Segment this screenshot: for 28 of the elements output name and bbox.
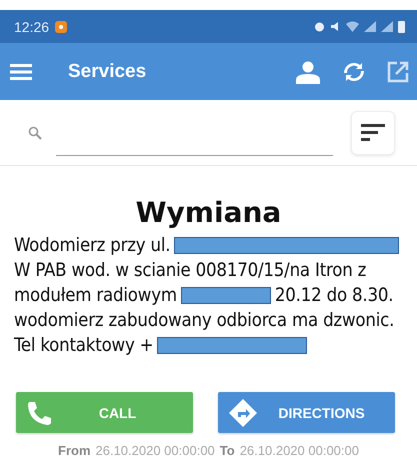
open-external-icon[interactable] bbox=[387, 60, 409, 82]
description-text: modułem radiowym bbox=[14, 285, 177, 306]
directions-button[interactable]: DIRECTIONS bbox=[218, 392, 395, 433]
description-text: Tel kontaktowy + bbox=[14, 335, 154, 356]
menu-icon[interactable] bbox=[10, 64, 32, 80]
description-text: W PAB wod. w scianie 008170/15/na Itron z bbox=[14, 260, 366, 281]
phone-icon bbox=[26, 400, 52, 426]
app-title: Services bbox=[68, 60, 148, 82]
signal-icon bbox=[364, 21, 376, 32]
search-icon bbox=[28, 126, 42, 140]
to-label: To bbox=[220, 443, 235, 458]
from-label: From bbox=[58, 443, 90, 458]
battery-icon bbox=[398, 20, 405, 33]
from-date: 26.10.2020 00:00:00 bbox=[96, 443, 215, 458]
call-button[interactable]: CALL bbox=[16, 392, 193, 433]
person-icon[interactable] bbox=[295, 60, 321, 84]
to-date: 26.10.2020 00:00:00 bbox=[240, 443, 359, 458]
wifi-icon bbox=[346, 21, 359, 32]
status-time: 12:26 bbox=[14, 18, 50, 34]
order-title: Wymiana bbox=[134, 196, 282, 229]
sort-icon bbox=[361, 124, 385, 141]
directions-icon bbox=[228, 398, 258, 428]
sort-button[interactable] bbox=[351, 110, 395, 154]
notification-icon bbox=[55, 20, 68, 32]
signal-icon bbox=[381, 21, 393, 32]
description-text: 20.12 do 8.30. bbox=[274, 285, 394, 306]
description-text: Wodomierz przy ul. bbox=[14, 235, 170, 256]
description-text: wodomierz zabudowany odbiorca ma dzwonic. bbox=[14, 310, 394, 331]
